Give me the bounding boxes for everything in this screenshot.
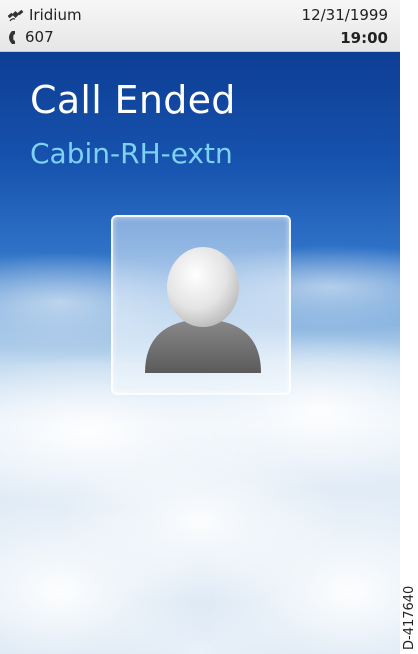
contact-silhouette-icon [145, 247, 261, 373]
call-state-title: Call Ended [30, 78, 236, 122]
extension-number: 607 [25, 28, 54, 46]
network-status: Iridium [8, 6, 82, 24]
figure-id: D-417640 [402, 585, 417, 650]
phone-screen: Iridium 607 12/31/1999 19:00 Call Ended … [0, 0, 400, 654]
satellite-icon [8, 9, 24, 22]
date-display: 12/31/1999 [301, 6, 388, 24]
extension-status: 607 [8, 28, 54, 46]
status-bar: Iridium 607 12/31/1999 19:00 [0, 0, 400, 52]
call-view: Call Ended Cabin-RH-extn [0, 52, 400, 654]
time-display: 19:00 [340, 29, 388, 47]
contact-avatar [111, 215, 291, 395]
network-name: Iridium [29, 6, 82, 24]
contact-name: Cabin-RH-extn [30, 137, 233, 170]
phone-handset-icon [9, 30, 15, 44]
